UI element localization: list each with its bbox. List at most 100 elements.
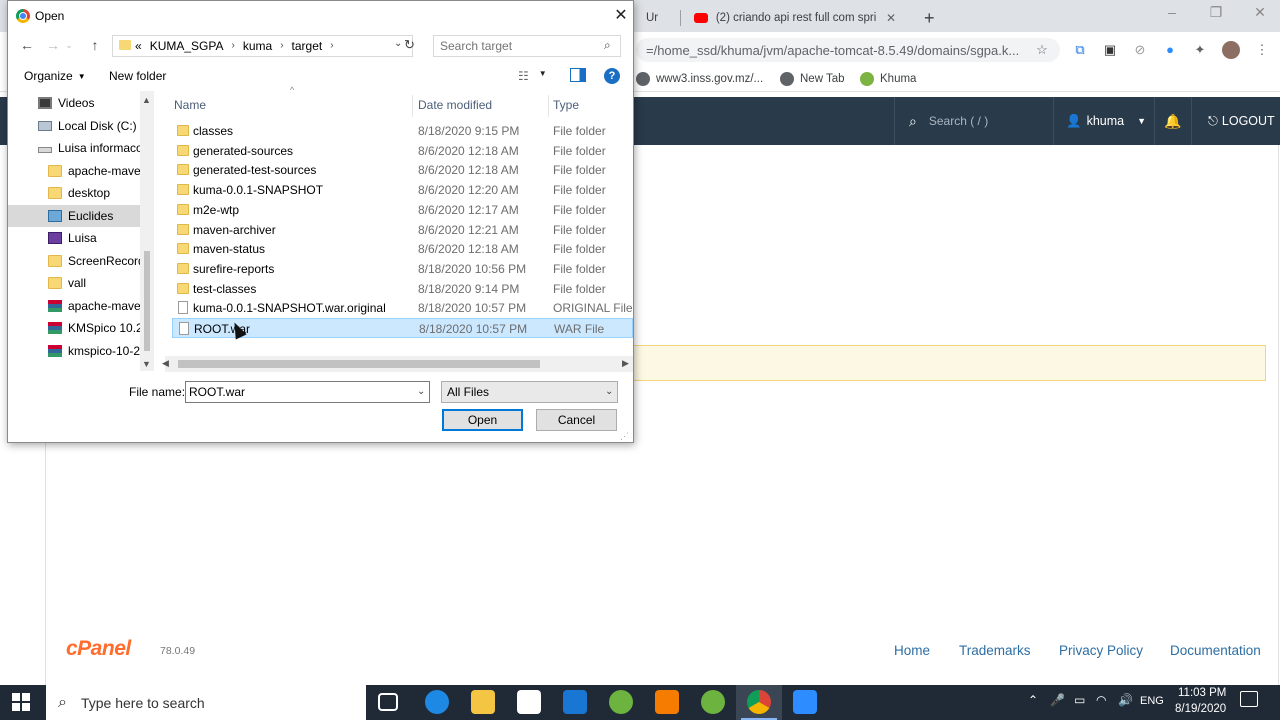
cancel-button[interactable]: Cancel (536, 409, 617, 431)
new-folder-button[interactable]: New folder (109, 69, 166, 83)
scrollbar-thumb[interactable] (144, 251, 150, 351)
task-view-icon[interactable] (378, 693, 398, 711)
nav-item[interactable]: Luisa (8, 227, 148, 249)
recent-locations-icon[interactable]: ⌄ (60, 36, 78, 54)
minimize-window-button[interactable]: – (1150, 4, 1194, 26)
zoom-icon[interactable]: ● (1162, 42, 1178, 58)
file-row[interactable]: surefire-reports 8/18/2020 10:56 PM File f… (172, 259, 633, 279)
clock-time[interactable]: 11:03 PM (1178, 687, 1226, 699)
extension-icon[interactable]: ⊘ (1132, 42, 1148, 58)
nav-item[interactable]: apache-maven (8, 160, 148, 182)
file-row[interactable]: maven-archiver 8/6/2020 12:21 AM File fold… (172, 220, 633, 240)
footer-link-home[interactable]: Home (894, 643, 930, 658)
clock-date[interactable]: 8/19/2020 (1175, 703, 1226, 715)
nav-item[interactable]: desktop (8, 182, 148, 204)
star-icon[interactable]: ☆ (1034, 42, 1050, 58)
search-field[interactable] (440, 39, 600, 53)
column-divider[interactable] (412, 95, 413, 117)
file-row[interactable]: m2e-wtp 8/6/2020 12:17 AM File folder (172, 200, 633, 220)
back-arrow-icon[interactable]: ← (18, 36, 36, 54)
preview-pane-icon[interactable] (570, 68, 586, 82)
file-row[interactable]: generated-test-sources 8/6/2020 12:18 AM F… (172, 160, 633, 180)
edge-icon[interactable] (425, 690, 449, 714)
change-view-button[interactable]: ☷ ▼ (518, 69, 547, 83)
nav-item[interactable]: KMSpico 10.2.0 (8, 317, 148, 339)
breadcrumb-item[interactable]: target (292, 39, 323, 53)
taskbar-search[interactable]: ⌕ Type here to search (46, 685, 366, 720)
mail-icon[interactable] (563, 690, 587, 714)
scroll-up-icon[interactable]: ▲ (142, 95, 151, 105)
notifications-bell[interactable]: 🔔 (1154, 97, 1192, 145)
refresh-icon[interactable]: ↻ (404, 37, 415, 53)
menu-icon[interactable]: ⋮ (1254, 42, 1270, 58)
cpanel-logo[interactable]: cPanel (66, 637, 131, 661)
chrome-icon[interactable] (741, 690, 777, 720)
bookmark-khuma[interactable]: Khuma (860, 72, 916, 86)
up-arrow-icon[interactable]: ↑ (86, 36, 104, 54)
zoom-icon[interactable] (793, 690, 817, 714)
file-type-select[interactable]: All Files ⌄ (441, 381, 618, 403)
open-button[interactable]: Open (442, 409, 523, 431)
address-bar[interactable]: =/home_ssd/khuma/jvm/apache-tomcat-8.5.4… (636, 38, 1060, 62)
bookmark-new-tab[interactable]: New Tab (780, 72, 845, 86)
notification-center-icon[interactable] (1240, 691, 1258, 707)
terminal-icon[interactable]: ▣ (1102, 42, 1118, 58)
search-input[interactable]: ⌕ (433, 35, 621, 57)
chevron-down-icon[interactable]: ⌄ (417, 386, 425, 397)
organize-button[interactable]: Organize ▼ (24, 69, 86, 83)
close-window-button[interactable]: ✕ (1238, 4, 1280, 26)
footer-link-documentation[interactable]: Documentation (1170, 643, 1261, 658)
scroll-right-icon[interactable]: ▶ (622, 358, 629, 369)
logout-button[interactable]: ⎋ LOGOUT (1198, 97, 1278, 145)
file-name-field[interactable] (189, 385, 409, 399)
tab-youtube[interactable]: (2) criando api rest full com spri ✕ (684, 4, 906, 32)
new-tab-button[interactable]: + (914, 4, 936, 32)
file-row[interactable]: test-classes 8/18/2020 9:14 PM File folder (172, 279, 633, 299)
nav-item[interactable]: Luisa informacoes (8, 137, 148, 159)
breadcrumb-overflow[interactable]: « (135, 39, 142, 53)
nav-item[interactable]: kmspico-10-2- (8, 340, 148, 362)
column-divider[interactable] (548, 95, 549, 117)
column-header-type[interactable]: Type (553, 98, 579, 112)
breadcrumb-item[interactable]: kuma (243, 39, 272, 53)
footer-link-privacy[interactable]: Privacy Policy (1059, 643, 1143, 658)
store-icon[interactable] (517, 690, 541, 714)
cpanel-user-menu[interactable]: 👤 khuma ▼ (1060, 97, 1148, 145)
chevron-up-icon[interactable]: ⌃ (1028, 693, 1038, 707)
microphone-icon[interactable]: 🎤 (1050, 693, 1065, 707)
screen-capture-icon[interactable]: ⧉ (1072, 42, 1088, 58)
path-breadcrumb[interactable]: « KUMA_SGPA › kuma › target › ⌄ (112, 35, 413, 57)
chevron-right-icon[interactable]: › (232, 39, 235, 53)
breadcrumb-item[interactable]: KUMA_SGPA (150, 39, 224, 53)
footer-link-trademarks[interactable]: Trademarks (959, 643, 1031, 658)
file-row[interactable]: kuma-0.0.1-SNAPSHOT 8/6/2020 12:20 AM File… (172, 180, 633, 200)
language-indicator[interactable]: ENG (1140, 695, 1164, 707)
wifi-icon[interactable]: ◠ (1096, 693, 1106, 707)
restore-window-button[interactable]: ❐ (1194, 4, 1238, 26)
spring-tool-icon[interactable] (701, 690, 725, 714)
cpanel-search[interactable]: ⌕ Search ( / ) (894, 97, 1054, 145)
resize-grip-icon[interactable]: ⋰ (620, 431, 629, 442)
file-row[interactable]: generated-sources 8/6/2020 12:18 AM File f… (172, 141, 633, 161)
column-header-name[interactable]: Name (174, 98, 206, 112)
battery-icon[interactable]: ▭ (1074, 693, 1085, 707)
volume-icon[interactable]: 🔊 (1118, 693, 1133, 707)
chevron-right-icon[interactable]: › (280, 39, 283, 53)
scrollbar-thumb[interactable] (178, 360, 540, 368)
tab-partial[interactable]: Ur (636, 4, 680, 32)
file-explorer-icon[interactable] (471, 690, 495, 714)
chevron-down-icon[interactable]: ⌄ (394, 38, 402, 49)
file-row[interactable]: classes 8/18/2020 9:15 PM File folder (172, 121, 633, 141)
file-row[interactable]: kuma-0.0.1-SNAPSHOT.war.original 8/18/202… (172, 298, 633, 318)
nav-item[interactable]: vall (8, 272, 148, 294)
nav-item[interactable]: apache-maven (8, 295, 148, 317)
bookmark-inss[interactable]: www3.inss.gov.mz/... (636, 72, 763, 86)
chevron-right-icon[interactable]: › (330, 39, 333, 53)
nav-item[interactable]: Local Disk (C:) (8, 115, 148, 137)
nav-item[interactable]: Videos (8, 92, 148, 114)
xampp-icon[interactable] (655, 690, 679, 714)
close-tab-icon[interactable]: ✕ (886, 11, 896, 25)
help-icon[interactable]: ? (604, 68, 620, 84)
spring-tool-icon[interactable] (609, 690, 633, 714)
windows-start-icon[interactable] (12, 693, 30, 711)
